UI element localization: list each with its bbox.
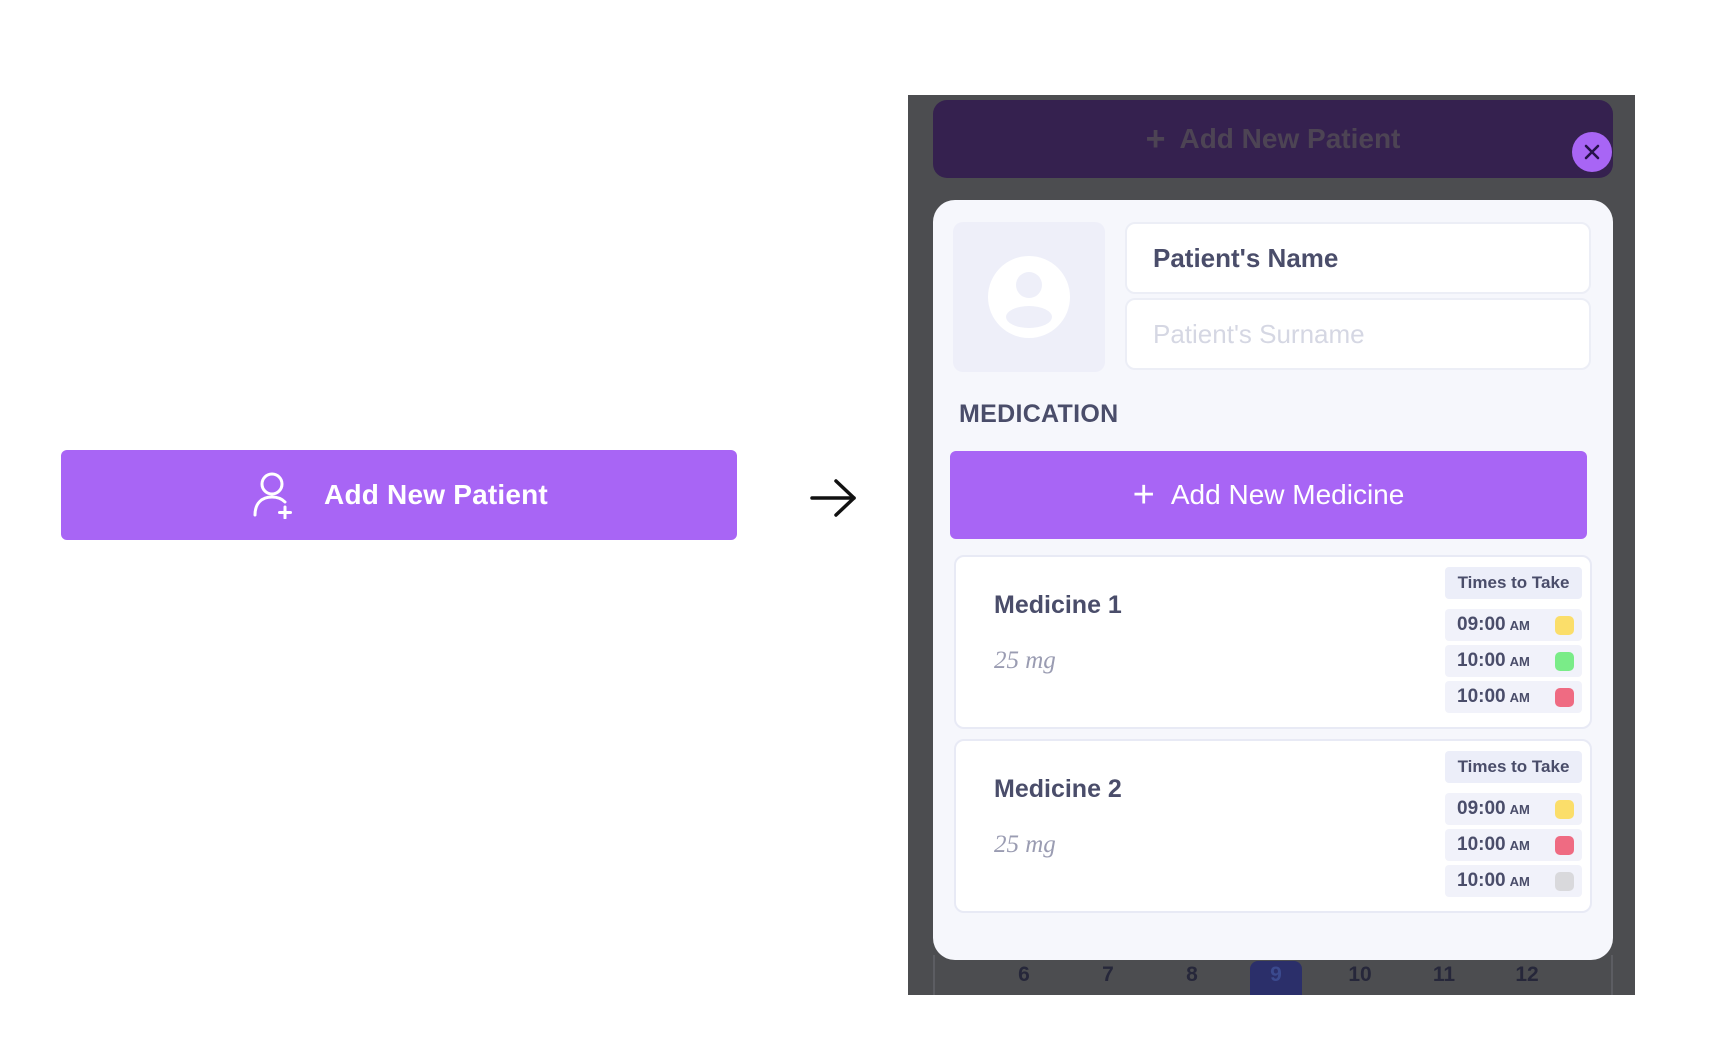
status-color-dot xyxy=(1555,800,1574,819)
time-value: 09:00 xyxy=(1457,798,1506,819)
phone-screen: + Add New Patient 6 7 8 9 10 11 12 MEDIC… xyxy=(908,95,1635,995)
time-ampm: AM xyxy=(1509,690,1530,705)
medicine-dose: 25 mg xyxy=(994,647,1056,674)
close-icon xyxy=(1584,144,1600,160)
time-slot[interactable]: 10:00 AM xyxy=(1445,865,1582,897)
calendar-day[interactable]: 7 xyxy=(1082,961,1134,995)
time-slot[interactable]: 09:00 AM xyxy=(1445,793,1582,825)
time-value: 10:00 xyxy=(1457,650,1506,671)
calendar-day[interactable]: 10 xyxy=(1334,961,1386,995)
time-value: 10:00 xyxy=(1457,870,1506,891)
calendar-day-selected[interactable]: 9 xyxy=(1250,961,1302,995)
plus-icon: + xyxy=(1132,474,1155,516)
time-ampm: AM xyxy=(1509,618,1530,633)
status-color-dot xyxy=(1555,652,1574,671)
time-ampm: AM xyxy=(1509,838,1530,853)
close-button[interactable] xyxy=(1572,132,1612,172)
time-slot[interactable]: 10:00 AM xyxy=(1445,681,1582,713)
medicine-card[interactable]: Medicine 2 25 mg Times to Take 09:00 AM 1… xyxy=(954,739,1592,913)
calendar-day[interactable]: 6 xyxy=(998,961,1050,995)
time-slot[interactable]: 10:00 AM xyxy=(1445,829,1582,861)
add-new-medicine-button[interactable]: + Add New Medicine xyxy=(950,451,1587,539)
status-color-dot xyxy=(1555,688,1574,707)
add-user-icon xyxy=(250,470,300,520)
avatar-icon xyxy=(988,256,1070,338)
time-ampm: AM xyxy=(1509,874,1530,889)
calendar-day[interactable]: 11 xyxy=(1418,961,1470,995)
times-to-take-header: Times to Take xyxy=(1445,751,1582,783)
medicine-name: Medicine 2 xyxy=(994,775,1122,803)
add-medicine-label: Add New Medicine xyxy=(1170,479,1405,510)
time-value: 09:00 xyxy=(1457,614,1506,635)
status-color-dot xyxy=(1555,616,1574,635)
medication-section-title: MEDICATION xyxy=(959,400,1119,428)
avatar-upload[interactable] xyxy=(953,222,1105,372)
medicine-name: Medicine 1 xyxy=(994,591,1122,619)
top-bar-label: Add New Patient xyxy=(1179,123,1401,154)
time-value: 10:00 xyxy=(1457,686,1506,707)
patient-surname-input[interactable] xyxy=(1125,298,1591,370)
add-patient-modal: MEDICATION + Add New Medicine Medicine 1… xyxy=(933,200,1613,960)
times-to-take-header: Times to Take xyxy=(1445,567,1582,599)
arrow-right-icon xyxy=(810,479,856,517)
add-new-patient-button[interactable]: Add New Patient xyxy=(61,450,737,540)
time-ampm: AM xyxy=(1509,802,1530,817)
medicine-dose: 25 mg xyxy=(994,831,1056,858)
medicine-card[interactable]: Medicine 1 25 mg Times to Take 09:00 AM 1… xyxy=(954,555,1592,729)
calendar-strip: 6 7 8 9 10 11 12 xyxy=(933,955,1613,995)
time-ampm: AM xyxy=(1509,654,1530,669)
calendar-day[interactable]: 8 xyxy=(1166,961,1218,995)
patient-name-input[interactable] xyxy=(1125,222,1591,294)
top-add-patient-bar: + Add New Patient xyxy=(933,100,1613,178)
calendar-day[interactable]: 12 xyxy=(1501,961,1553,995)
status-color-dot xyxy=(1555,836,1574,855)
time-value: 10:00 xyxy=(1457,834,1506,855)
status-color-dot xyxy=(1555,872,1574,891)
plus-icon: + xyxy=(1145,120,1166,158)
time-slot[interactable]: 10:00 AM xyxy=(1445,645,1582,677)
time-slot[interactable]: 09:00 AM xyxy=(1445,609,1582,641)
add-new-patient-label: Add New Patient xyxy=(324,479,548,510)
